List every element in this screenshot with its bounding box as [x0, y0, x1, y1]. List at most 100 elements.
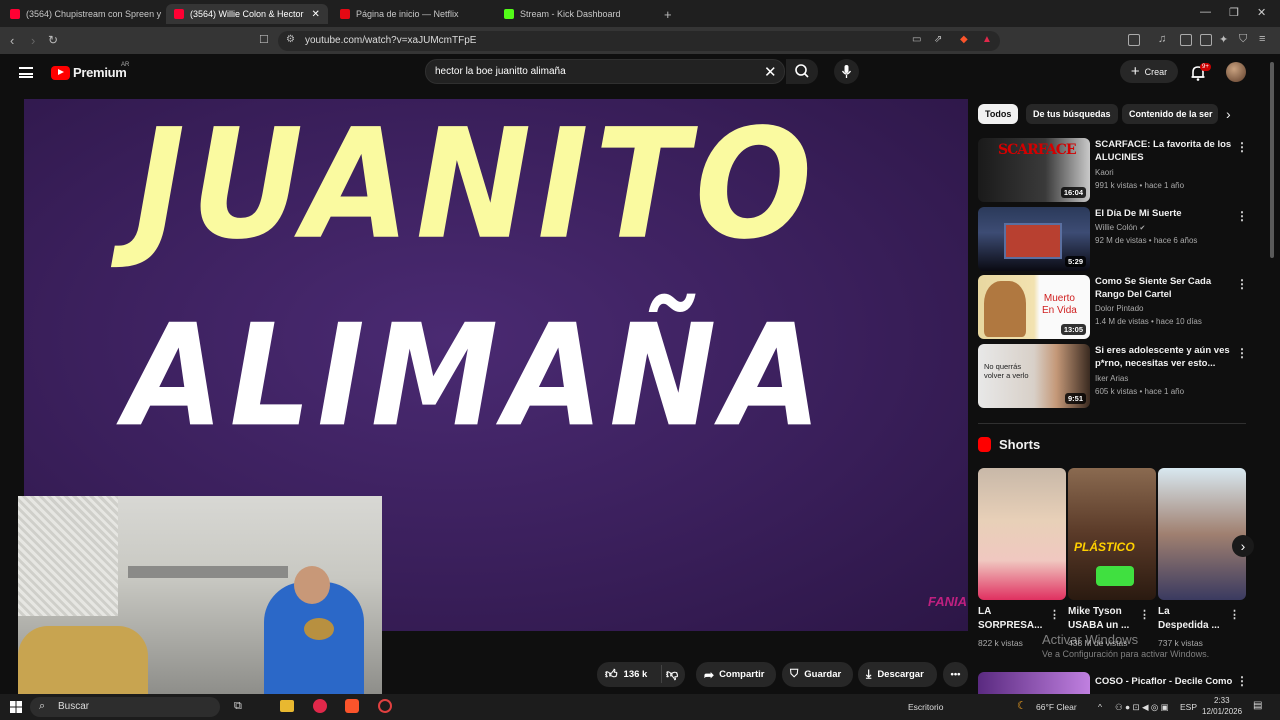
- chip-contenido[interactable]: Contenido de la ser: [1122, 104, 1218, 124]
- windows-start-icon[interactable]: [10, 701, 22, 713]
- user-avatar[interactable]: [1226, 62, 1246, 82]
- page-scrollbar[interactable]: [1270, 62, 1274, 258]
- weather-text[interactable]: 66°F Clear: [1036, 702, 1077, 712]
- forward-icon[interactable]: ›: [31, 33, 35, 48]
- notification-center-icon[interactable]: ▤: [1253, 700, 1262, 711]
- sidebar-icon[interactable]: [1180, 34, 1192, 46]
- short-title[interactable]: LA SORPRESA...: [978, 605, 1042, 633]
- video-title[interactable]: El Día De Mi Suerte: [1095, 207, 1233, 220]
- create-button[interactable]: + Crear: [1120, 60, 1178, 83]
- short-title[interactable]: Mike Tyson USABA un ...: [1068, 605, 1129, 633]
- minimize-icon[interactable]: —: [1200, 6, 1211, 18]
- tab-kick-dashboard[interactable]: Stream - Kick Dashboard: [496, 4, 656, 24]
- chips-next-icon[interactable]: ›: [1226, 106, 1231, 122]
- short-title-line: Mike Tyson: [1068, 606, 1122, 617]
- menu-icon[interactable]: ≡: [1259, 33, 1265, 45]
- leo-ai-icon[interactable]: ✦: [1219, 33, 1228, 46]
- youtube-favicon-icon: [174, 9, 184, 19]
- recommendation-item[interactable]: Muerto En Vida 13:05 Como Se Siente Ser C…: [978, 275, 1248, 339]
- channel-name[interactable]: Iker Arias: [1095, 374, 1128, 383]
- share-button[interactable]: ➦ Compartir: [696, 662, 776, 687]
- language-indicator[interactable]: ESP: [1180, 702, 1197, 712]
- search-input[interactable]: hector la boe juanitto alimaña ✕: [425, 59, 785, 84]
- clock-date[interactable]: 12/01/2026: [1202, 707, 1242, 716]
- brave-shield-icon[interactable]: ◆: [960, 34, 968, 45]
- recommendation-item[interactable]: COSO - Picaflor - Decile Como ⋮: [978, 672, 1248, 694]
- taskbar-search[interactable]: ⌕ Buscar: [30, 697, 220, 717]
- clock-time[interactable]: 2:33: [1214, 696, 1230, 705]
- video-title[interactable]: SCARFACE: La favorita de los ALUCINES: [1095, 138, 1233, 164]
- clear-search-icon[interactable]: ✕: [764, 63, 777, 81]
- more-options-icon[interactable]: ⋮: [1236, 277, 1248, 291]
- task-view-icon[interactable]: ⧉: [234, 700, 242, 713]
- tab-willie-colon[interactable]: (3564) Willie Colon & Hector ✕: [166, 4, 328, 24]
- video-thumbnail[interactable]: Muerto En Vida 13:05: [978, 275, 1090, 339]
- channel-name[interactable]: Willie Colón ✔: [1095, 223, 1145, 232]
- bookmark-icon[interactable]: ☐: [259, 33, 269, 46]
- site-info-icon[interactable]: ⚙: [286, 34, 295, 45]
- video-title[interactable]: Como Se Siente Ser Cada Rango Del Cartel: [1095, 275, 1233, 301]
- back-icon[interactable]: ‹: [10, 33, 14, 48]
- short-thumbnail[interactable]: PLÁSTICO: [1068, 468, 1156, 600]
- short-thumbnail[interactable]: [978, 468, 1066, 600]
- screenshot-icon[interactable]: [1128, 34, 1140, 46]
- dislike-icon[interactable]: 👎︎: [666, 667, 678, 682]
- close-window-icon[interactable]: ✕: [1257, 6, 1266, 19]
- save-button[interactable]: ⛉ Guardar: [782, 662, 853, 687]
- more-options-icon[interactable]: ⋮: [1236, 209, 1248, 223]
- wallet-icon[interactable]: [1200, 34, 1212, 46]
- shorts-heading: Shorts: [978, 437, 1040, 452]
- cast-icon[interactable]: ▭: [912, 34, 921, 45]
- desktop-label[interactable]: Escritorio: [908, 702, 943, 712]
- recommendation-item[interactable]: No querrás volver a verlo 9:51 Si eres ad…: [978, 344, 1248, 408]
- recommendation-item[interactable]: SCARFACE 16:04 SCARFACE: La favorita de …: [978, 138, 1248, 202]
- brave-browser-icon[interactable]: [345, 699, 359, 713]
- chip-todos[interactable]: Todos: [978, 104, 1019, 124]
- maximize-icon[interactable]: ❐: [1229, 6, 1239, 19]
- hamburger-menu-icon[interactable]: [19, 67, 33, 78]
- tab-chupistream[interactable]: (3564) Chupistream con Spreen y Ca: [2, 4, 162, 24]
- video-title[interactable]: COSO - Picaflor - Decile Como: [1095, 675, 1233, 688]
- cartoon-face: [984, 281, 1026, 337]
- download-button[interactable]: ⤓ Descargar: [858, 662, 937, 687]
- reload-icon[interactable]: ↻: [48, 33, 58, 47]
- channel-name[interactable]: Kaori: [1095, 168, 1114, 177]
- more-options-icon[interactable]: ⋮: [1049, 608, 1060, 621]
- recommendation-item[interactable]: 5:29 El Día De Mi Suerte Willie Colón ✔ …: [978, 207, 1248, 271]
- more-options-icon[interactable]: ⋮: [1236, 346, 1248, 360]
- more-options-icon[interactable]: ⋮: [1236, 674, 1248, 688]
- video-title[interactable]: Si eres adolescente y aún ves p*rno, nec…: [1095, 344, 1233, 370]
- new-tab-icon[interactable]: +: [664, 7, 672, 22]
- close-tab-icon[interactable]: ✕: [312, 9, 320, 20]
- more-options-icon[interactable]: ⋮: [1229, 608, 1240, 621]
- voice-search-button[interactable]: [834, 59, 859, 84]
- short-title[interactable]: La Despedida ...: [1158, 605, 1220, 633]
- shorts-next-icon[interactable]: ›: [1232, 535, 1254, 557]
- share-page-icon[interactable]: ⇗: [934, 34, 942, 45]
- video-thumbnail[interactable]: 5:29: [978, 207, 1090, 271]
- music-icon[interactable]: ♫: [1158, 33, 1166, 45]
- like-count[interactable]: 136 k: [624, 669, 648, 680]
- short-thumbnail[interactable]: [1158, 468, 1246, 600]
- like-icon[interactable]: 👍︎: [605, 667, 618, 682]
- show-hidden-icons-icon[interactable]: ^: [1098, 702, 1102, 712]
- more-actions-button[interactable]: •••: [943, 662, 968, 687]
- more-options-icon[interactable]: ⋮: [1139, 608, 1150, 621]
- app-icon[interactable]: [313, 699, 327, 713]
- search-button[interactable]: [786, 59, 818, 84]
- more-options-icon[interactable]: ⋮: [1236, 140, 1248, 154]
- brave-rewards-icon[interactable]: ▲: [982, 34, 992, 45]
- youtube-premium-logo[interactable]: Premium AR: [51, 62, 129, 80]
- file-explorer-icon[interactable]: [280, 700, 294, 712]
- video-thumbnail[interactable]: SCARFACE 16:04: [978, 138, 1090, 202]
- tab-netflix[interactable]: Página de inicio — Netflix: [332, 4, 492, 24]
- channel-name[interactable]: Dolor Pintado: [1095, 304, 1143, 313]
- chip-de-tus-busquedas[interactable]: De tus búsquedas: [1026, 104, 1118, 124]
- recording-app-icon[interactable]: [378, 699, 392, 713]
- video-thumbnail[interactable]: No querrás volver a verlo 9:51: [978, 344, 1090, 408]
- video-thumbnail[interactable]: [978, 672, 1090, 694]
- vpn-icon[interactable]: ⛉: [1239, 33, 1247, 46]
- tray-icons[interactable]: ⚇ ● ⊡ ◀ ◎ ▣: [1115, 702, 1169, 713]
- channel-label: Willie Colón: [1095, 223, 1138, 232]
- url-field[interactable]: ⚙ youtube.com/watch?v=xaJUMcmTFpE ▭ ⇗ ◆ …: [278, 31, 1000, 51]
